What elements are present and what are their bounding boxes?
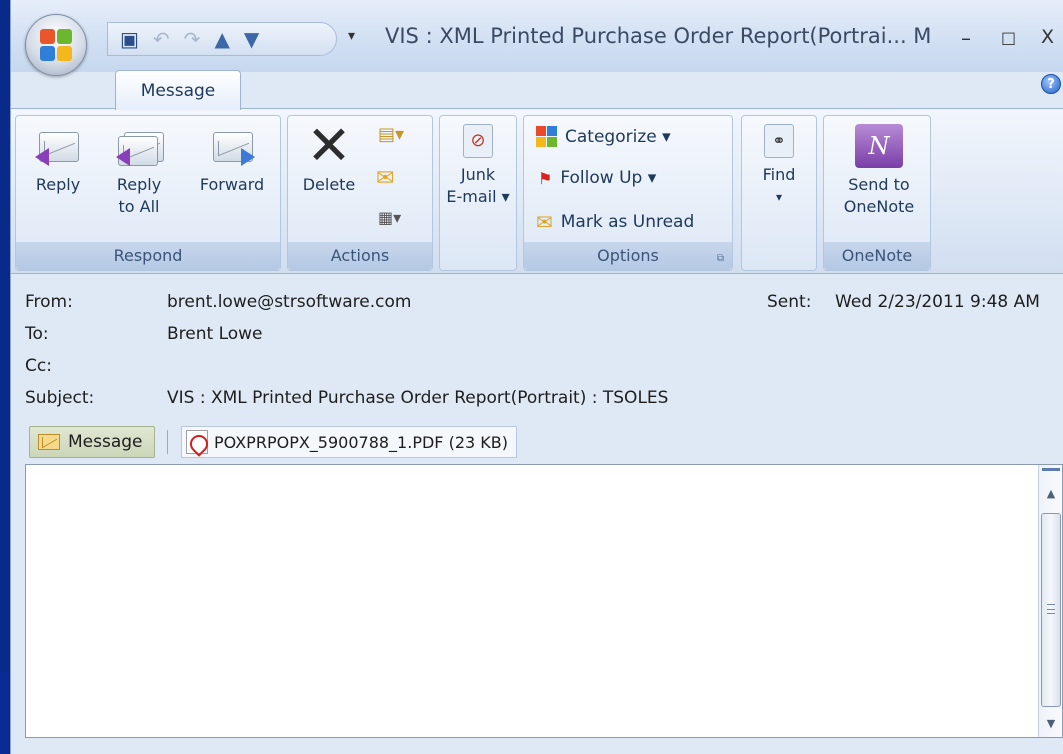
vertical-scrollbar[interactable]: ▲ ▼ bbox=[1038, 465, 1062, 737]
from-value[interactable]: brent.lowe@strsoftware.com bbox=[167, 292, 411, 312]
sent-label: Sent: bbox=[767, 292, 812, 312]
pdf-icon bbox=[186, 430, 208, 454]
scrollbar-thumb[interactable] bbox=[1041, 513, 1061, 707]
reply-label: Reply bbox=[35, 175, 81, 194]
reply-all-label-1: Reply bbox=[116, 175, 162, 194]
reply-icon bbox=[35, 124, 81, 168]
outlook-message-window: ▣ ↶ ↷ ▲ ▼ ▾ VIS : XML Printed Purchase O… bbox=[10, 0, 1063, 754]
junk-group: ⊘ Junk E-mail ▾ bbox=[439, 115, 517, 271]
create-rule-icon[interactable]: ✉ bbox=[376, 166, 394, 191]
pdf-attachment-label: POXPRPOPX_5900788_1.PDF (23 KB) bbox=[214, 432, 508, 452]
save-icon[interactable]: ▣ bbox=[120, 29, 139, 49]
attachment-divider bbox=[167, 430, 168, 454]
envelope-icon bbox=[38, 434, 60, 450]
send-to-onenote-label-1: Send to bbox=[848, 175, 910, 194]
redo-icon[interactable]: ↷ bbox=[184, 29, 201, 49]
find-button[interactable]: ⚭ Find ▾ bbox=[746, 124, 812, 208]
junk-label-2: E-mail ▾ bbox=[446, 187, 510, 206]
binoculars-icon: ⚭ bbox=[764, 124, 794, 158]
message-tab-label: Message bbox=[68, 432, 143, 452]
categorize-icon bbox=[536, 126, 557, 147]
actions-group: ✕ Delete ▤▾ ✉ ▦▾ Actions bbox=[287, 115, 433, 271]
attachment-bar: Message POXPRPOPX_5900788_1.PDF (23 KB) bbox=[25, 424, 1063, 460]
window-title: VIS : XML Printed Purchase Order Report(… bbox=[385, 24, 932, 48]
help-icon[interactable]: ? bbox=[1041, 74, 1061, 94]
options-group: Categorize ▾ ⚑ Follow Up ▾ ✉ Mark as Unr… bbox=[523, 115, 733, 271]
reply-all-label-2: to All bbox=[118, 197, 160, 216]
cc-label: Cc: bbox=[25, 356, 52, 376]
to-label: To: bbox=[25, 324, 49, 344]
from-label: From: bbox=[25, 292, 73, 312]
junk-icon: ⊘ bbox=[463, 124, 493, 158]
send-to-onenote-label-2: OneNote bbox=[843, 197, 915, 216]
scrollbar-grip-icon bbox=[1047, 604, 1055, 614]
respond-group: Reply Reply to All Forward Respond bbox=[15, 115, 281, 271]
options-dialog-launcher-icon[interactable]: ⧉ bbox=[717, 253, 724, 264]
previous-item-icon[interactable]: ▲ bbox=[214, 29, 229, 49]
move-to-folder-icon[interactable]: ▤▾ bbox=[378, 124, 404, 145]
forward-label: Forward bbox=[199, 175, 265, 194]
minimize-button[interactable]: – bbox=[961, 26, 971, 50]
desktop-background bbox=[0, 672, 10, 754]
delete-label: Delete bbox=[302, 175, 356, 194]
pdf-attachment[interactable]: POXPRPOPX_5900788_1.PDF (23 KB) bbox=[181, 426, 517, 458]
forward-icon bbox=[209, 124, 255, 168]
reply-all-button[interactable]: Reply to All bbox=[108, 124, 170, 218]
categorize-label: Categorize ▾ bbox=[565, 126, 671, 147]
onenote-icon: N bbox=[855, 124, 903, 168]
options-group-label: Options bbox=[524, 242, 732, 270]
find-dropdown-icon: ▾ bbox=[775, 190, 783, 204]
delete-button[interactable]: ✕ Delete bbox=[296, 114, 362, 196]
mark-unread-icon: ✉ bbox=[536, 210, 553, 234]
scroll-down-arrow-icon[interactable]: ▼ bbox=[1042, 715, 1060, 733]
quick-access-toolbar: ▣ ↶ ↷ ▲ ▼ bbox=[107, 22, 337, 56]
delete-icon: ✕ bbox=[306, 114, 352, 177]
reply-all-icon bbox=[116, 124, 164, 168]
sent-value: Wed 2/23/2011 9:48 AM bbox=[835, 292, 1040, 312]
office-logo-icon bbox=[40, 29, 72, 61]
scrollbar-top-marker bbox=[1042, 468, 1060, 471]
reply-button[interactable]: Reply bbox=[30, 124, 86, 196]
follow-up-button[interactable]: ⚑ Follow Up ▾ bbox=[538, 168, 656, 188]
customize-toolbar-dropdown-icon[interactable]: ▾ bbox=[348, 28, 355, 44]
mark-unread-label: Mark as Unread bbox=[560, 212, 695, 232]
onenote-group: N Send to OneNote OneNote bbox=[823, 115, 931, 271]
to-value[interactable]: Brent Lowe bbox=[167, 324, 263, 344]
find-group: ⚭ Find ▾ bbox=[741, 115, 817, 271]
onenote-group-label: OneNote bbox=[824, 242, 930, 270]
message-header: From: brent.lowe@strsoftware.com To: Bre… bbox=[11, 278, 1063, 418]
other-actions-icon[interactable]: ▦▾ bbox=[378, 208, 401, 227]
message-attachment-tab[interactable]: Message bbox=[29, 426, 155, 458]
subject-label: Subject: bbox=[25, 388, 95, 408]
mark-unread-button[interactable]: ✉ Mark as Unread bbox=[536, 210, 694, 234]
subject-value: VIS : XML Printed Purchase Order Report(… bbox=[167, 388, 669, 408]
send-to-onenote-button[interactable]: N Send to OneNote bbox=[832, 124, 926, 218]
scroll-up-arrow-icon[interactable]: ▲ bbox=[1042, 485, 1060, 503]
flag-icon: ⚑ bbox=[538, 168, 553, 188]
message-body[interactable]: ▲ ▼ bbox=[25, 464, 1063, 738]
maximize-button[interactable]: □ bbox=[1001, 28, 1016, 47]
actions-group-label: Actions bbox=[288, 242, 432, 270]
title-bar: ▣ ↶ ↷ ▲ ▼ ▾ VIS : XML Printed Purchase O… bbox=[11, 0, 1063, 76]
junk-email-button[interactable]: ⊘ Junk E-mail ▾ bbox=[442, 124, 514, 208]
find-label: Find bbox=[762, 165, 796, 184]
office-button[interactable] bbox=[25, 14, 87, 76]
tab-message[interactable]: Message bbox=[115, 70, 241, 110]
respond-group-label: Respond bbox=[16, 242, 280, 270]
next-item-icon[interactable]: ▼ bbox=[244, 29, 259, 49]
junk-label-1: Junk bbox=[460, 165, 496, 184]
close-button[interactable]: X bbox=[1041, 26, 1054, 48]
categorize-button[interactable]: Categorize ▾ bbox=[536, 126, 671, 147]
forward-button[interactable]: Forward bbox=[190, 124, 274, 196]
ribbon: Reply Reply to All Forward Respond ✕ Del… bbox=[11, 108, 1063, 274]
follow-up-label: Follow Up ▾ bbox=[560, 168, 657, 188]
undo-icon[interactable]: ↶ bbox=[153, 29, 170, 49]
